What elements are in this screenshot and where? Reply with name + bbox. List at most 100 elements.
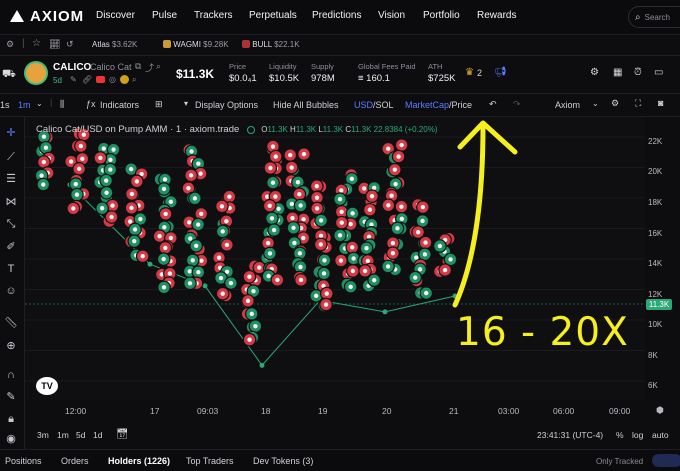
car-icon[interactable]: ⛟: [2, 68, 16, 82]
currency-toggle[interactable]: USD/SOL: [354, 100, 394, 110]
axis-settings-icon[interactable]: ⬢: [656, 405, 664, 416]
range-5d[interactable]: 5d: [76, 430, 85, 440]
text-icon[interactable]: T: [4, 263, 18, 275]
gear-icon[interactable]: ⚙: [590, 67, 599, 78]
chevron-down-icon-3[interactable]: ⌄: [592, 99, 599, 108]
nav-rewards[interactable]: Rewards: [477, 10, 516, 21]
search-x-icon[interactable]: ⌕: [132, 75, 136, 85]
pump-icon[interactable]: [120, 75, 129, 84]
youtube-icon[interactable]: [96, 76, 105, 83]
only-tracked-toggle[interactable]: [652, 454, 680, 467]
nav-discover[interactable]: Discover: [96, 10, 135, 21]
trade-bubble-icon: [104, 190, 109, 195]
undo-icon[interactable]: ↶: [489, 99, 497, 110]
nav-portfolio[interactable]: Portfolio: [423, 10, 460, 21]
tab-holders[interactable]: Holders (1226): [108, 456, 170, 466]
axiom-logo[interactable]: AXIOM: [10, 8, 84, 25]
trade-bubble-icon: [187, 220, 192, 225]
trade-bubble-icon: [161, 186, 167, 192]
range-3m[interactable]: 3m: [37, 430, 49, 440]
horizontal-lines-icon[interactable]: ☰: [4, 173, 18, 185]
grid-icon[interactable]: ▦: [613, 67, 622, 78]
search-token-icon[interactable]: ⌕: [156, 61, 161, 72]
history-icon[interactable]: ↺: [66, 39, 74, 50]
token-ticker: CALICO: [53, 62, 92, 73]
crosshair-icon[interactable]: ✛: [4, 127, 18, 139]
lock-icon[interactable]: 🔒︎: [4, 413, 18, 425]
mc-price-toggle[interactable]: MarketCap/Price: [405, 100, 472, 110]
trade-bubble-icon: [276, 206, 281, 211]
log-toggle[interactable]: log: [632, 430, 643, 440]
tab-positions[interactable]: Positions: [5, 456, 42, 466]
gear-icon-chart[interactable]: ⚙: [611, 98, 619, 109]
calendar-icon[interactable]: 📅︎: [116, 429, 129, 440]
copy-icon[interactable]: ⧉: [135, 61, 141, 72]
trade-bubble-icon: [324, 291, 330, 296]
chevron-down-icon[interactable]: ⌄: [36, 99, 43, 108]
ruler-icon[interactable]: 📏︎: [4, 317, 18, 329]
chart-icon[interactable]: 📈︎: [49, 39, 60, 50]
trade-bubble-icon: [390, 250, 396, 256]
range-1m[interactable]: 1m: [57, 430, 69, 440]
tab-orders[interactable]: Orders: [61, 456, 89, 466]
nav-pulse[interactable]: Pulse: [152, 10, 177, 21]
watch-item-bull[interactable]: BULL $22.1K: [242, 40, 300, 49]
indicators-icon[interactable]: ƒx: [86, 99, 96, 109]
interval-1s[interactable]: 1s: [0, 100, 10, 110]
display-options-button[interactable]: Display Options: [195, 100, 258, 110]
brush-icon[interactable]: ✐: [4, 241, 18, 253]
star-icon[interactable]: ☆: [32, 38, 41, 49]
watch-item-wagmi[interactable]: WAGMI $9.28K: [163, 40, 229, 49]
pencil-lock-icon[interactable]: ✎: [4, 391, 18, 403]
nav-trackers[interactable]: Trackers: [194, 10, 233, 21]
eye-icon[interactable]: ◉: [4, 433, 18, 445]
chevron-down-icon-2[interactable]: ▾: [184, 99, 188, 108]
window-icon[interactable]: ▭: [654, 67, 663, 78]
megaphone-icon[interactable]: 📢︎: [494, 67, 507, 78]
tradingview-logo-icon[interactable]: TV: [36, 377, 58, 395]
trade-bubble-icon: [271, 227, 277, 233]
emoji-icon[interactable]: ☺: [4, 285, 18, 297]
x-tick: 09:00: [609, 406, 631, 416]
trade-bubble-icon: [301, 217, 306, 222]
link-icon[interactable]: 🔗︎: [82, 75, 92, 84]
auto-toggle[interactable]: auto: [652, 430, 669, 440]
range-1d[interactable]: 1d: [93, 430, 102, 440]
clock-icon[interactable]: ⏰︎: [634, 67, 642, 78]
percent-toggle[interactable]: %: [616, 430, 624, 440]
layout-select[interactable]: Axiom: [555, 100, 580, 110]
tab-top-traders[interactable]: Top Traders: [186, 456, 234, 466]
nav-predictions[interactable]: Predictions: [312, 10, 361, 21]
token-avatar[interactable]: [24, 61, 48, 85]
nav-perpetuals[interactable]: Perpetuals: [249, 10, 297, 21]
globe-icon[interactable]: ◎: [109, 75, 116, 84]
hide-bubbles-button[interactable]: Hide All Bubbles: [273, 100, 339, 110]
measure-icon[interactable]: ⤡: [4, 218, 18, 230]
zoom-icon[interactable]: ⊕: [4, 340, 18, 352]
settings-icon[interactable]: ⚙: [6, 39, 14, 50]
clock-readout[interactable]: 23:41:31 (UTC-4): [537, 430, 603, 440]
trendline-icon[interactable]: ⟋: [4, 151, 18, 163]
crown-icon[interactable]: ♛: [465, 67, 474, 78]
camera-icon[interactable]: ◙: [658, 98, 663, 108]
token-header: ⛟ CALICO Calico Cat ⧉ ⤴ ⌕ 5d ✎ 🔗︎ ◎ ⌕ $1…: [0, 56, 680, 94]
fullscreen-icon[interactable]: ⛶: [635, 98, 641, 109]
edit-icon[interactable]: ✎: [70, 75, 77, 84]
tab-dev-tokens[interactable]: Dev Tokens (3): [253, 456, 313, 466]
token-name[interactable]: Calico Cat: [90, 62, 132, 72]
share-icon[interactable]: ⤴: [145, 61, 154, 74]
trade-bubble-icon: [314, 195, 320, 200]
indicators-button[interactable]: Indicators: [100, 100, 139, 110]
interval-1m[interactable]: 1m: [18, 100, 31, 110]
trade-bubble-icon: [318, 218, 324, 223]
magnet-icon[interactable]: ∩: [4, 369, 18, 381]
pattern-icon[interactable]: ⋈: [4, 196, 18, 208]
price-chart[interactable]: [25, 117, 645, 400]
redo-icon[interactable]: ↷: [513, 99, 521, 110]
candle-type-icon[interactable]: ⫼: [60, 99, 64, 110]
layout-icon[interactable]: ⊞: [155, 99, 163, 110]
watch-item-atlas[interactable]: Atlas $3.62K: [92, 40, 137, 49]
search-input[interactable]: ⌕ Search: [628, 6, 680, 28]
nav-vision[interactable]: Vision: [378, 10, 405, 21]
trade-bubble-icon: [339, 188, 344, 193]
